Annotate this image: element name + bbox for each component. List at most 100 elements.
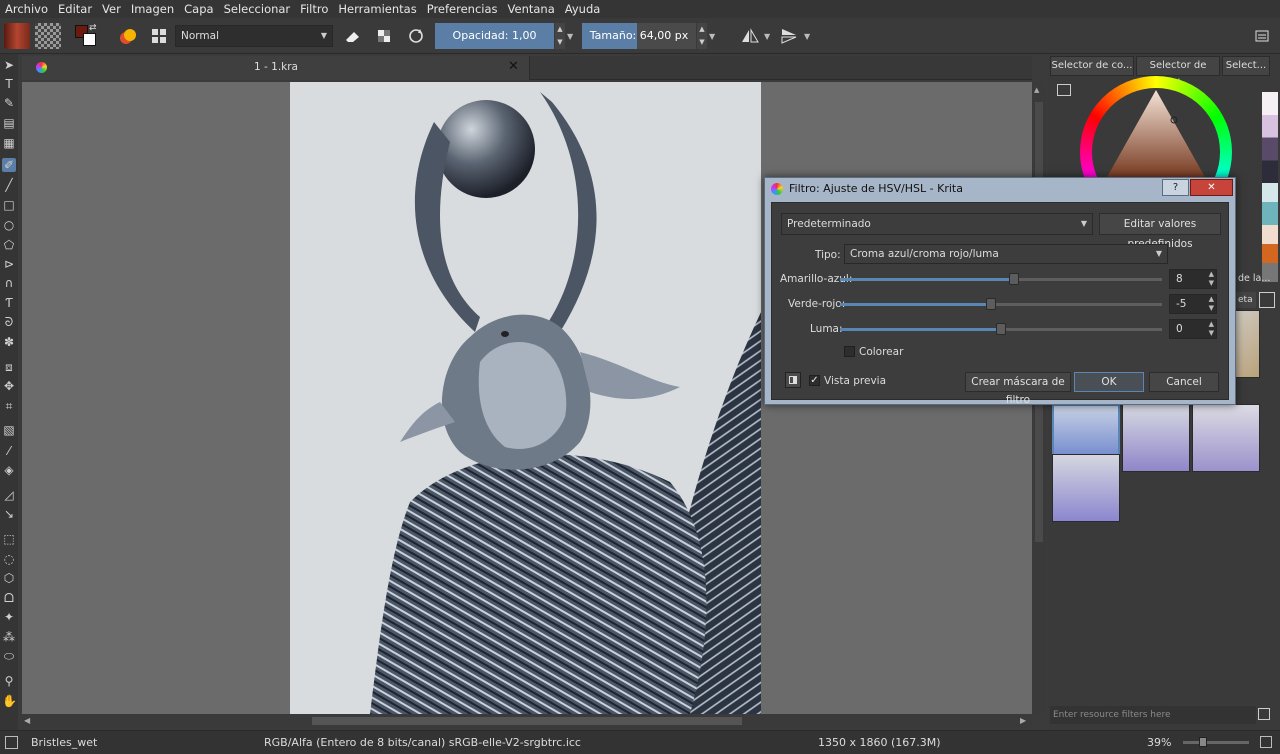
mirror-vertical-button[interactable] bbox=[777, 23, 803, 49]
preview-checkbox[interactable]: ✓ bbox=[809, 375, 820, 386]
fg-bg-color-selector[interactable]: ⇄ bbox=[74, 23, 100, 49]
docker-settings-icon[interactable] bbox=[1057, 84, 1071, 96]
ellipse-tool-icon[interactable]: ○ bbox=[2, 218, 16, 232]
horizontal-scrollbar[interactable]: ◀ ▶ bbox=[22, 714, 1032, 728]
brush-preset-thumb[interactable] bbox=[1192, 404, 1260, 472]
preserve-alpha-button[interactable] bbox=[371, 23, 397, 49]
swap-colors-icon[interactable]: ⇄ bbox=[89, 23, 97, 33]
stepper-arrows-icon[interactable]: ▲ ▼ bbox=[1209, 295, 1214, 313]
menu-imagen[interactable]: Imagen bbox=[126, 2, 179, 16]
background-color-swatch[interactable] bbox=[83, 33, 96, 46]
reload-preset-button[interactable] bbox=[403, 23, 429, 49]
tab-color-selector-3[interactable]: Select... bbox=[1222, 56, 1270, 76]
toolbar-options-button[interactable] bbox=[1249, 23, 1275, 49]
artwork-canvas[interactable] bbox=[290, 82, 761, 714]
brush-presets-button[interactable] bbox=[115, 23, 141, 49]
transform-tool-icon[interactable]: ⧈ bbox=[2, 360, 16, 374]
help-button[interactable]: ? bbox=[1162, 179, 1189, 196]
menu-filtro[interactable]: Filtro bbox=[295, 2, 333, 16]
menu-archivo[interactable]: Archivo bbox=[0, 2, 53, 16]
create-filter-mask-button[interactable]: Crear máscara de filtro bbox=[965, 372, 1071, 406]
green-red-slider[interactable] bbox=[840, 298, 1162, 310]
menu-ayuda[interactable]: Ayuda bbox=[560, 2, 606, 16]
zoom-tool-icon[interactable]: ⚲ bbox=[2, 674, 16, 688]
bezier-tool-icon[interactable]: ∩ bbox=[2, 276, 16, 290]
opacity-slider[interactable]: Opacidad: 1,00 bbox=[435, 23, 554, 49]
menu-seleccionar[interactable]: Seleccionar bbox=[219, 2, 296, 16]
gradient-tool-icon[interactable]: ▧ bbox=[2, 423, 16, 437]
menu-herramientas[interactable]: Herramientas bbox=[333, 2, 421, 16]
polygon-tool-icon[interactable]: ⬠ bbox=[2, 238, 16, 252]
pattern-preset-button[interactable] bbox=[35, 23, 61, 49]
zoom-slider-handle[interactable] bbox=[1199, 737, 1207, 747]
close-tab-icon[interactable]: ✕ bbox=[508, 59, 519, 74]
palette-swatches[interactable] bbox=[1262, 92, 1278, 282]
yellow-blue-spinbox[interactable]: 8 ▲ ▼ bbox=[1169, 269, 1217, 289]
green-red-spinbox[interactable]: -5 ▲ ▼ bbox=[1169, 294, 1217, 314]
document-tab[interactable]: 1 - 1.kra ✕ bbox=[22, 56, 530, 80]
mirror-horizontal-menu-icon[interactable]: ▼ bbox=[764, 32, 770, 41]
size-slider[interactable]: Tamaño: 64,00 px bbox=[582, 23, 696, 49]
menu-editar[interactable]: Editar bbox=[53, 2, 97, 16]
slider-handle[interactable] bbox=[996, 323, 1006, 335]
colorize-checkbox[interactable] bbox=[844, 346, 855, 357]
menu-ver[interactable]: Ver bbox=[97, 2, 126, 16]
polygonal-selection-tool-icon[interactable]: ⬡ bbox=[2, 571, 16, 585]
edit-shapes-tool-icon[interactable]: ✎ bbox=[2, 96, 16, 110]
elliptical-selection-tool-icon[interactable]: ◌ bbox=[2, 552, 16, 566]
preset-select[interactable]: Predeterminado ▼ bbox=[781, 213, 1093, 235]
gradient-preset-button[interactable] bbox=[4, 23, 30, 49]
yellow-blue-slider[interactable] bbox=[840, 273, 1162, 285]
partial-docker-combo[interactable]: eta bbox=[1236, 292, 1256, 308]
rectangular-selection-tool-icon[interactable]: ⬚ bbox=[2, 532, 16, 546]
selection-mode-icon[interactable] bbox=[5, 736, 18, 749]
contiguous-selection-tool-icon[interactable]: ✦ bbox=[2, 610, 16, 624]
edit-presets-button[interactable]: Editar valores predefinidos bbox=[1099, 213, 1221, 250]
dynamic-brush-tool-icon[interactable]: ᘐ bbox=[2, 315, 16, 329]
resource-filter-input[interactable]: Enter resource filters here bbox=[1050, 706, 1256, 724]
split-preview-toggle[interactable] bbox=[785, 372, 801, 388]
move-tool-icon[interactable]: ✥ bbox=[2, 379, 16, 393]
stepper-arrows-icon[interactable]: ▲ ▼ bbox=[1209, 270, 1214, 288]
stepper-arrows-icon[interactable]: ▲ ▼ bbox=[1209, 320, 1214, 338]
mirror-horizontal-button[interactable] bbox=[737, 23, 763, 49]
tab-color-selector-1[interactable]: Selector de co... bbox=[1050, 56, 1134, 76]
freehand-selection-tool-icon[interactable]: ᗝ bbox=[2, 591, 16, 605]
blend-mode-select[interactable]: Normal ▼ bbox=[175, 25, 333, 47]
pan-tool-icon[interactable]: ✋ bbox=[2, 694, 17, 708]
text-tool-icon[interactable]: T bbox=[2, 77, 16, 91]
wrap-around-button[interactable] bbox=[146, 23, 172, 49]
polyline-tool-icon[interactable]: ⊳ bbox=[2, 257, 16, 271]
mirror-vertical-menu-icon[interactable]: ▼ bbox=[804, 32, 810, 41]
brush-preset-thumb[interactable] bbox=[1122, 404, 1190, 472]
menu-preferencias[interactable]: Preferencias bbox=[422, 2, 503, 16]
similar-color-selection-tool-icon[interactable]: ⁂ bbox=[2, 630, 16, 644]
luma-spinbox[interactable]: 0 ▲ ▼ bbox=[1169, 319, 1217, 339]
select-shapes-tool-icon[interactable]: ➤ bbox=[2, 58, 16, 72]
ok-button[interactable]: OK bbox=[1074, 372, 1144, 392]
multibrush-tool-icon[interactable]: ✽ bbox=[2, 335, 16, 349]
scroll-up-icon[interactable]: ▲ bbox=[1034, 86, 1039, 94]
menu-ventana[interactable]: Ventana bbox=[503, 2, 560, 16]
slider-handle[interactable] bbox=[1008, 273, 1019, 285]
calligraphy-tool-icon[interactable]: ▤ bbox=[2, 116, 16, 130]
opacity-stepper[interactable]: ▲ ▼ bbox=[555, 23, 565, 49]
save-filter-icon[interactable] bbox=[1258, 708, 1270, 720]
line-tool-icon[interactable]: ╱ bbox=[2, 178, 16, 192]
freehand-path-tool-icon[interactable]: Ƭ bbox=[2, 296, 16, 310]
canvas-only-icon[interactable] bbox=[1260, 736, 1272, 748]
type-select[interactable]: Croma azul/croma rojo/luma ▼ bbox=[844, 244, 1168, 264]
fill-tool-icon[interactable]: ◈ bbox=[2, 463, 16, 477]
scroll-right-icon[interactable]: ▶ bbox=[1020, 716, 1026, 725]
assistant-tool-icon[interactable]: ◿ bbox=[2, 488, 16, 502]
menu-capa[interactable]: Capa bbox=[179, 2, 218, 16]
close-dialog-button[interactable]: ✕ bbox=[1190, 179, 1233, 196]
color-picker-tool-icon[interactable]: ⁄ bbox=[2, 444, 16, 458]
brush-preset-thumb[interactable] bbox=[1052, 454, 1120, 522]
zoom-slider[interactable] bbox=[1183, 737, 1249, 747]
rectangle-tool-icon[interactable]: □ bbox=[2, 198, 16, 212]
slider-handle[interactable] bbox=[986, 298, 997, 310]
brush-view-mode-icon[interactable] bbox=[1259, 292, 1275, 308]
size-menu-icon[interactable]: ▼ bbox=[709, 32, 715, 41]
scroll-left-icon[interactable]: ◀ bbox=[24, 716, 30, 725]
